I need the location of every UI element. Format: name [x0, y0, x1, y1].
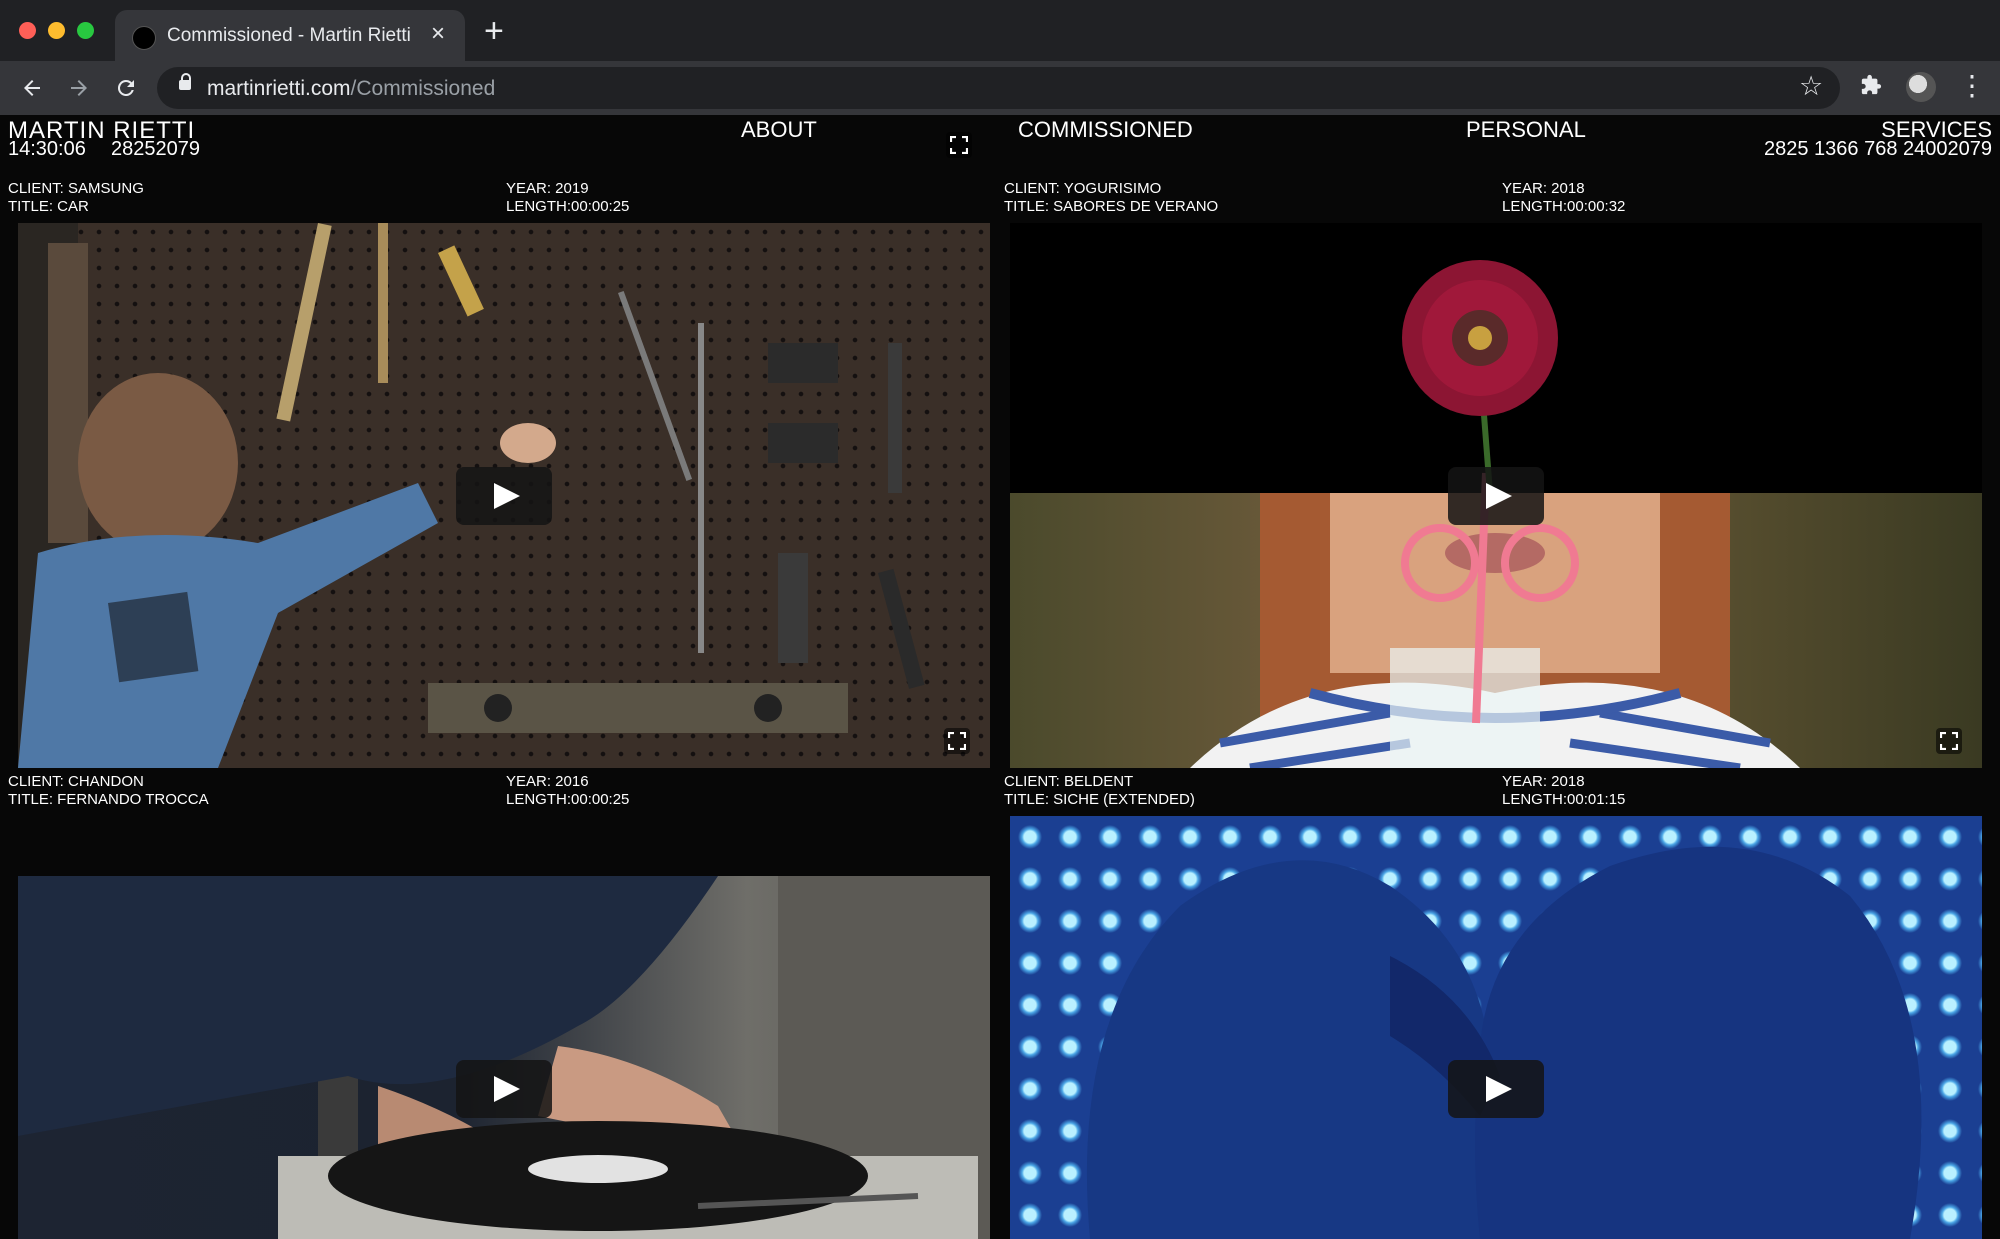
- project-meta-left: CLIENT: YOGURISIMO TITLE: SABORES DE VER…: [1004, 180, 1218, 216]
- video-player-yogurisimo[interactable]: [1010, 223, 1982, 768]
- project-meta-right: YEAR: 2018 LENGTH:00:01:15: [1502, 773, 1625, 809]
- counter-left: 28252079: [111, 138, 200, 160]
- favicon-icon: [132, 26, 156, 50]
- tab-close-button[interactable]: ×: [431, 22, 445, 46]
- reload-button[interactable]: [109, 71, 143, 105]
- fullscreen-icon[interactable]: [1936, 728, 1962, 754]
- project-length: LENGTH:00:00:25: [506, 198, 630, 215]
- video-player-chandon[interactable]: [18, 876, 990, 1239]
- project-length: LENGTH:00:01:15: [1502, 791, 1626, 808]
- page-content: MARTIN RIETTI 14:30:06 28252079 ABOUT CO…: [0, 115, 2000, 1239]
- video-player-samsung[interactable]: [18, 223, 990, 768]
- maximize-window-button[interactable]: [77, 22, 94, 39]
- project-length: LENGTH:00:00:25: [506, 791, 630, 808]
- project-client: CLIENT: SAMSUNG: [8, 180, 144, 197]
- project-meta-right: YEAR: 2018 LENGTH:00:00:32: [1502, 180, 1625, 216]
- project-meta-right: YEAR: 2016 LENGTH:00:00:25: [506, 773, 629, 809]
- project-meta-left: CLIENT: SAMSUNG TITLE: CAR: [8, 180, 144, 216]
- video-thumbnail: [18, 876, 990, 1239]
- avatar[interactable]: [1906, 72, 1936, 102]
- play-button[interactable]: [456, 466, 552, 525]
- fullscreen-icon[interactable]: [944, 728, 970, 754]
- project-year: YEAR: 2019: [506, 180, 589, 197]
- play-button[interactable]: [1448, 1060, 1544, 1118]
- back-arrow-icon: [24, 80, 40, 96]
- url-path: /Commissioned: [350, 77, 496, 100]
- forward-arrow-icon: [71, 80, 87, 96]
- close-window-button[interactable]: [19, 22, 36, 39]
- video-thumbnail: [1086, 846, 1922, 1239]
- browser-tab-active[interactable]: Commissioned - Martin Rietti ×: [115, 10, 465, 61]
- project-client: CLIENT: CHANDON: [8, 773, 144, 790]
- reload-icon: [117, 79, 134, 96]
- project-year: YEAR: 2018: [1502, 180, 1585, 197]
- project-title: TITLE: SABORES DE VERANO: [1004, 198, 1219, 215]
- project-client: CLIENT: BELDENT: [1004, 773, 1134, 790]
- project-meta-left: CLIENT: CHANDON TITLE: FERNANDO TROCCA: [8, 773, 209, 809]
- project-meta-right: YEAR: 2019 LENGTH:00:00:25: [506, 180, 629, 216]
- site-header: MARTIN RIETTI 14:30:06 28252079 ABOUT CO…: [0, 115, 2000, 175]
- project-year: YEAR: 2018: [1502, 773, 1585, 790]
- nav-commissioned[interactable]: COMMISSIONED: [1018, 117, 1193, 143]
- browser-toolbar: martinrietti.com/Commissioned ☆ ⋮: [0, 61, 2000, 115]
- tab-title: Commissioned - Martin Rietti: [167, 25, 411, 46]
- project-title: TITLE: FERNANDO TROCCA: [8, 791, 209, 808]
- back-button[interactable]: [15, 71, 49, 105]
- project-meta-left: CLIENT: BELDENT TITLE: SICHE (EXTENDED): [1004, 773, 1195, 809]
- address-bar[interactable]: martinrietti.com/Commissioned ☆: [157, 67, 1840, 109]
- nav-about[interactable]: ABOUT: [741, 117, 817, 143]
- minimize-window-button[interactable]: [48, 22, 65, 39]
- project-title: TITLE: CAR: [8, 198, 89, 215]
- project-title: TITLE: SICHE (EXTENDED): [1004, 791, 1195, 808]
- play-button[interactable]: [456, 1060, 552, 1118]
- counter-right: 2825 1366 768 24002079: [1763, 138, 1992, 160]
- new-tab-button[interactable]: +: [484, 14, 504, 48]
- forward-button[interactable]: [62, 71, 96, 105]
- kebab-menu-icon[interactable]: ⋮: [1958, 69, 1986, 103]
- url-text[interactable]: martinrietti.com/Commissioned: [207, 77, 495, 101]
- project-client: CLIENT: YOGURISIMO: [1004, 180, 1162, 197]
- clock: 14:30:06: [8, 138, 86, 160]
- puzzle-icon[interactable]: [1860, 74, 1882, 96]
- project-length: LENGTH:00:00:32: [1502, 198, 1626, 215]
- play-button[interactable]: [1448, 466, 1544, 525]
- lock-icon: [179, 73, 191, 90]
- video-player-beldent[interactable]: [1010, 816, 1982, 1239]
- project-year: YEAR: 2016: [506, 773, 589, 790]
- browser-tabstrip: Commissioned - Martin Rietti × +: [0, 0, 2000, 61]
- nav-personal[interactable]: PERSONAL: [1466, 117, 1586, 143]
- url-domain: martinrietti.com: [207, 77, 351, 100]
- star-icon[interactable]: ☆: [1799, 71, 1823, 102]
